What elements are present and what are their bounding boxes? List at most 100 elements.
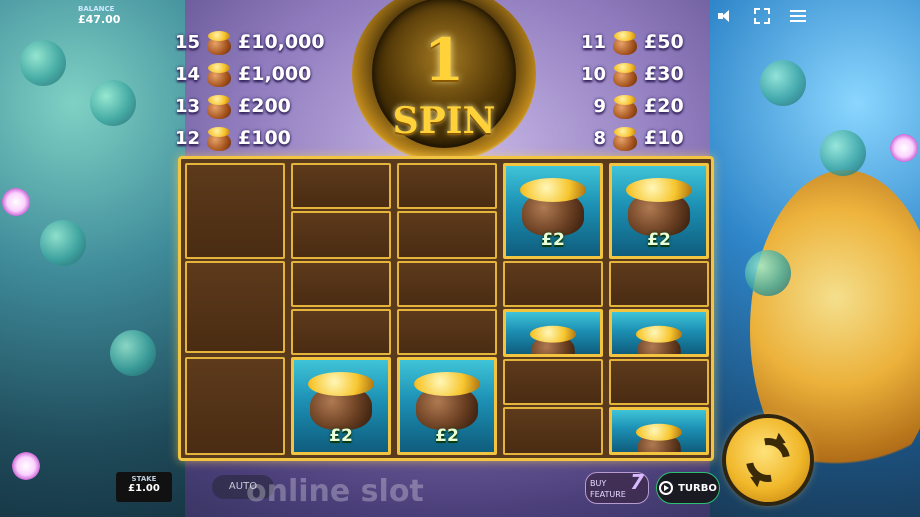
prize-amount: £20 <box>644 95 684 117</box>
pot-of-gold-icon <box>527 323 579 354</box>
spin-button[interactable] <box>726 418 810 502</box>
pot-of-gold-icon <box>633 323 685 354</box>
stake-value: £1.00 <box>128 483 160 494</box>
pot-of-gold-icon <box>610 61 640 87</box>
prize-amount: £10,000 <box>238 31 325 53</box>
empty-cell <box>185 163 285 259</box>
pot-of-gold-icon <box>610 125 640 151</box>
turbo-play-icon <box>659 481 674 495</box>
clover-leaf <box>820 130 866 176</box>
pot-cell: £2 <box>503 163 603 259</box>
paytable-row: 15 £10,000 <box>172 26 325 58</box>
paytable-left: 15 £10,000 14 £1,000 13 £200 12 £100 <box>172 26 325 154</box>
pot-of-gold-icon <box>516 174 590 236</box>
paytable-row: 12 £100 <box>172 122 325 154</box>
pot-count: 13 <box>174 95 200 117</box>
paytable-row: 13 £200 <box>172 90 325 122</box>
balance-value: £47.00 <box>78 13 121 26</box>
pot-count: 12 <box>174 127 200 149</box>
stake-selector[interactable]: STAKE £1.00 <box>116 472 172 502</box>
pot-count: 11 <box>580 31 606 53</box>
empty-cell <box>185 357 285 455</box>
buy-feature-button[interactable]: BUY FEATURE 7 <box>585 472 649 504</box>
reel-grid: £2 £2 £2 £2 <box>178 156 714 461</box>
paytable-row: 10 £30 <box>578 58 684 90</box>
empty-cell <box>609 261 709 307</box>
pot-of-gold-icon <box>633 421 685 452</box>
empty-cell <box>185 261 285 353</box>
speaker-icon <box>718 9 734 23</box>
prize-amount: £200 <box>238 95 291 117</box>
flower <box>12 452 40 480</box>
empty-cell <box>503 407 603 455</box>
empty-cell <box>397 211 497 259</box>
pot-cell-value: £2 <box>329 426 353 446</box>
spins-remaining-word: SPIN <box>392 100 496 142</box>
pot-count: 15 <box>174 31 200 53</box>
clover-leaf <box>40 220 86 266</box>
prize-amount: £100 <box>238 127 291 149</box>
paytable-row: 14 £1,000 <box>172 58 325 90</box>
menu-button[interactable] <box>788 7 808 25</box>
spins-remaining-count: 1 <box>423 26 465 94</box>
flower <box>890 134 918 162</box>
pot-cell: £2 <box>397 357 497 455</box>
clover-leaf <box>745 250 791 296</box>
pot-of-gold-icon <box>204 125 234 151</box>
pot-count: 10 <box>580 63 606 85</box>
pot-cell-value: £2 <box>541 230 565 250</box>
pot-cell: £2 <box>291 357 391 455</box>
turbo-label: TURBO <box>678 482 717 494</box>
fullscreen-button[interactable] <box>752 7 772 25</box>
prize-amount: £30 <box>644 63 684 85</box>
pot-of-gold-icon <box>204 61 234 87</box>
clover-leaf <box>90 80 136 126</box>
pot-cell-value: £2 <box>647 230 671 250</box>
clover-leaf <box>760 60 806 106</box>
pot-of-gold-icon <box>610 29 640 55</box>
pot-count: 9 <box>593 95 606 117</box>
stake-label: STAKE <box>131 475 157 483</box>
empty-cell <box>291 163 391 209</box>
balance-label: BALANCE <box>78 5 115 13</box>
lucky-seven-icon: 7 <box>630 470 644 494</box>
empty-cell <box>503 261 603 307</box>
fullscreen-icon <box>754 8 770 24</box>
empty-cell <box>397 309 497 355</box>
top-toolbar <box>716 7 808 25</box>
pot-of-gold-icon <box>204 93 234 119</box>
pot-of-gold-icon <box>622 174 696 236</box>
refresh-icon <box>737 429 799 491</box>
empty-cell <box>397 163 497 209</box>
empty-cell <box>291 211 391 259</box>
paytable-row: 11 £50 <box>578 26 684 58</box>
paytable-right: 11 £50 10 £30 9 £20 8 £10 <box>578 26 684 154</box>
pot-cell: £2 <box>609 163 709 259</box>
pot-cell-value: £2 <box>435 426 459 446</box>
empty-cell <box>291 309 391 355</box>
turbo-button[interactable]: TURBO <box>656 472 720 504</box>
prize-amount: £1,000 <box>238 63 312 85</box>
hamburger-menu-icon <box>790 10 806 22</box>
flower <box>2 188 30 216</box>
pot-cell-small <box>609 407 709 455</box>
pot-count: 14 <box>174 63 200 85</box>
pot-cell-small <box>609 309 709 357</box>
prize-amount: £10 <box>644 127 684 149</box>
clover-leaf <box>110 330 156 376</box>
paytable-row: 8 £10 <box>578 122 684 154</box>
pot-of-gold-icon <box>204 29 234 55</box>
empty-cell <box>397 261 497 307</box>
sound-button[interactable] <box>716 7 736 25</box>
spins-remaining-medallion: 1 SPIN <box>346 0 542 166</box>
pot-count: 8 <box>593 127 606 149</box>
prize-amount: £50 <box>644 31 684 53</box>
pot-of-gold-icon <box>304 368 378 430</box>
pot-of-gold-icon <box>410 368 484 430</box>
clover-leaf <box>20 40 66 86</box>
empty-cell <box>503 359 603 405</box>
pot-cell-small <box>503 309 603 357</box>
paytable-row: 9 £20 <box>578 90 684 122</box>
pot-of-gold-icon <box>610 93 640 119</box>
empty-cell <box>291 261 391 307</box>
